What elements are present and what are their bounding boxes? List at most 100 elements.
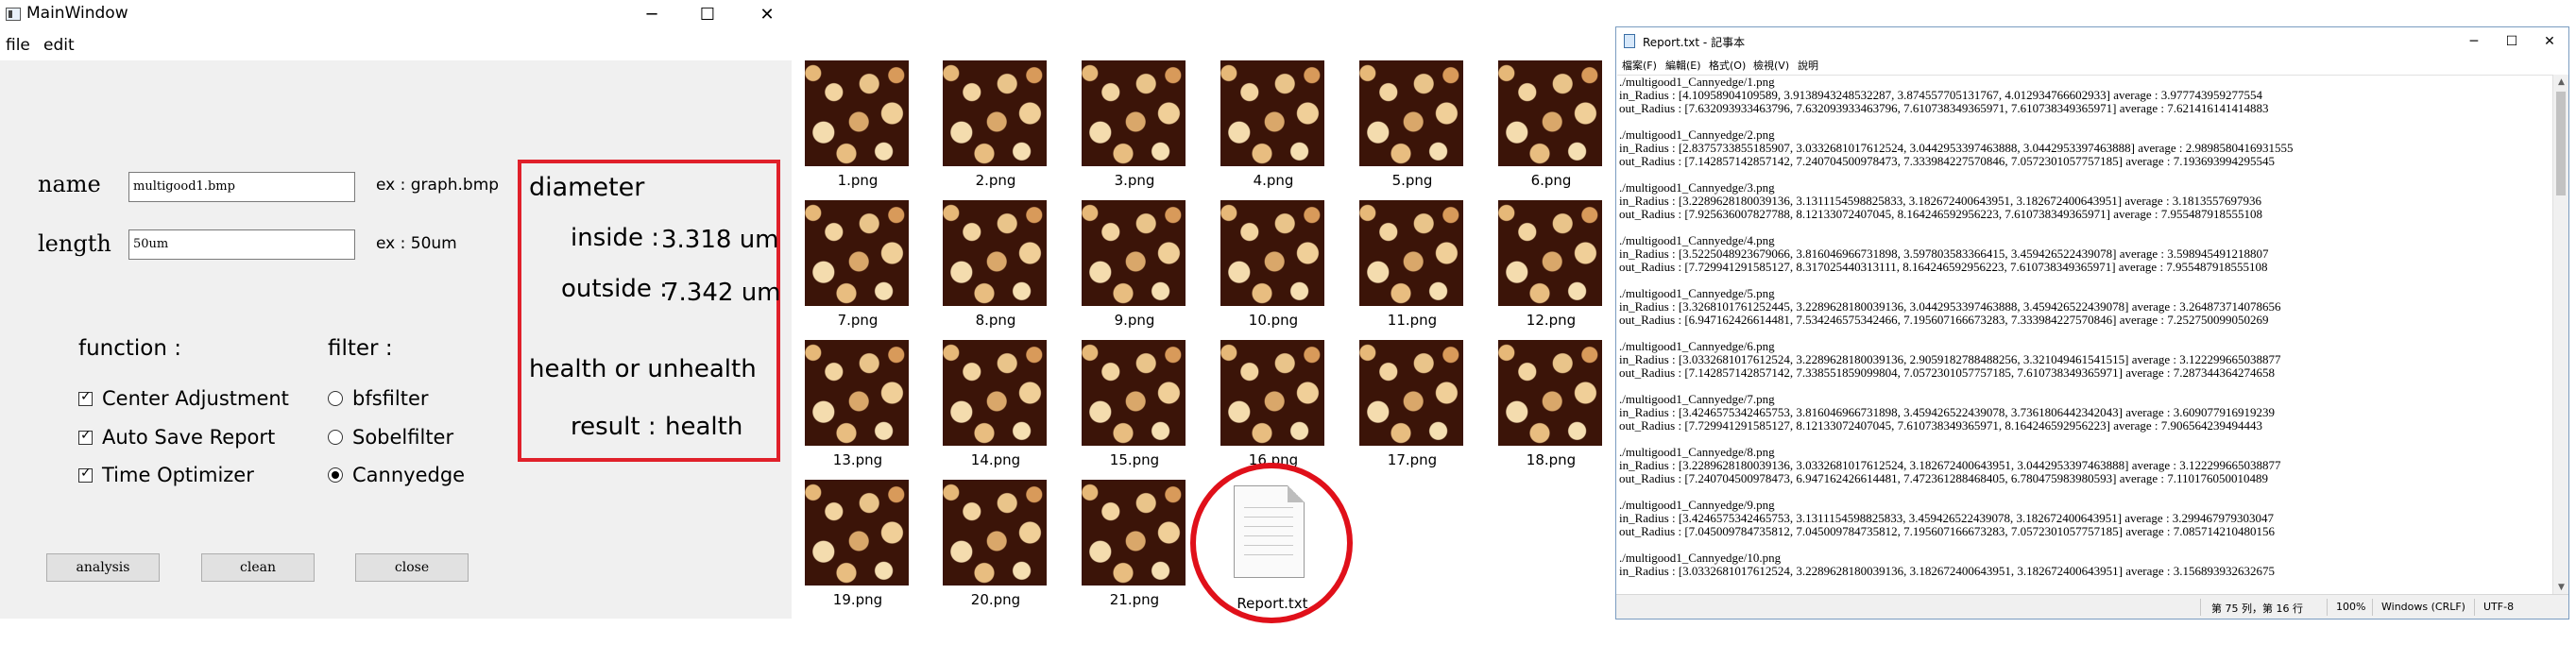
report-file[interactable]: Report.txt — [1187, 463, 1357, 623]
image-thumbnail — [943, 340, 1047, 446]
checkbox-icon[interactable] — [78, 389, 93, 406]
text-line — [1617, 221, 2552, 234]
image-thumbnail — [1082, 60, 1186, 166]
length-input[interactable]: 50um — [128, 229, 355, 260]
window-title: MainWindow — [26, 4, 128, 23]
text-line: in_Radius : [3.0332681017612524, 3.22896… — [1619, 564, 2276, 578]
scroll-thumb[interactable] — [2556, 92, 2566, 195]
vertical-scrollbar[interactable]: ▲ ▼ — [2552, 75, 2568, 596]
cursor-position: 第 75 列，第 16 行 — [2211, 603, 2303, 615]
text-line: ./multigood1_Cannyedge/9.png — [1619, 498, 1775, 512]
radio-label: bfsfilter — [352, 387, 429, 410]
file-name: 5.png — [1391, 172, 1433, 189]
text-line — [1617, 380, 2552, 393]
scroll-up-icon[interactable]: ▲ — [2553, 75, 2569, 91]
text-line: in_Radius : [3.2289628180039136, 3.03326… — [1619, 458, 2281, 472]
checkbox-icon[interactable] — [78, 466, 93, 483]
name-input[interactable]: multigood1.bmp — [128, 172, 355, 202]
name-label: name — [38, 171, 101, 197]
auto-save-report-checkbox[interactable]: Auto Save Report — [78, 426, 275, 449]
notepad-title-bar: Report.txt - 記事本 ─ ☐ ✕ — [1616, 27, 2568, 56]
close-window-button[interactable]: ✕ — [746, 2, 788, 28]
text-line — [1617, 485, 2552, 499]
menu-bar: file edit — [0, 30, 792, 60]
health-title: health or unhealth — [529, 355, 757, 383]
text-line — [1617, 168, 2552, 181]
file-name: 18.png — [1526, 451, 1577, 468]
image-thumbnail — [1498, 340, 1602, 446]
menu-file[interactable]: file — [6, 36, 30, 55]
text-line: out_Radius : [7.240704500978473, 6.94716… — [1619, 471, 2269, 485]
sobelfilter-radio[interactable]: Sobelfilter — [328, 426, 453, 449]
text-line — [1617, 274, 2552, 287]
image-thumbnail — [1220, 340, 1324, 446]
notepad-close-button[interactable]: ✕ — [2531, 30, 2568, 53]
bfsfilter-radio[interactable]: bfsfilter — [328, 387, 429, 410]
np-menu-format[interactable]: 格式(O) — [1709, 58, 1746, 73]
file-name: 10.png — [1248, 312, 1299, 329]
text-line: in_Radius : [2.8375733855185907, 3.03326… — [1619, 141, 2294, 155]
analysis-button[interactable]: analysis — [46, 553, 160, 582]
main-window: MainWindow ─ ☐ ✕ file edit name multigoo… — [0, 0, 792, 619]
file-name: 7.png — [837, 312, 879, 329]
text-line: in_Radius : [3.4246575342465753, 3.13111… — [1619, 511, 2275, 525]
image-thumbnail — [1359, 200, 1463, 306]
filter-title: filter : — [328, 336, 393, 361]
length-label: length — [38, 230, 111, 257]
image-thumbnail — [805, 340, 909, 446]
file-name: 2.png — [975, 172, 1016, 189]
text-line: ./multigood1_Cannyedge/5.png — [1619, 286, 1775, 300]
checkbox-label: Center Adjustment — [102, 387, 289, 410]
cannyedge-radio[interactable]: Cannyedge — [328, 464, 465, 486]
image-thumbnail — [1498, 60, 1602, 166]
file-name: 14.png — [970, 451, 1021, 468]
radio-icon[interactable] — [328, 391, 343, 406]
text-line: in_Radius : [3.2289628180039136, 3.13111… — [1619, 194, 2262, 208]
clean-button[interactable]: clean — [201, 553, 315, 582]
notepad-minimize-button[interactable]: ─ — [2455, 30, 2493, 53]
length-hint: ex : 50um — [376, 234, 457, 253]
file-name: 1.png — [837, 172, 879, 189]
maximize-button[interactable]: ☐ — [687, 2, 728, 28]
notepad-text-area[interactable]: ./multigood1_Cannyedge/1.png in_Radius : … — [1617, 75, 2552, 596]
notepad-status-bar: 第 75 列，第 16 行 100% Windows (CRLF) UTF-8 — [1616, 594, 2568, 619]
text-line: ./multigood1_Cannyedge/8.png — [1619, 445, 1775, 459]
menu-edit[interactable]: edit — [43, 36, 75, 55]
notepad-maximize-button[interactable]: ☐ — [2493, 30, 2531, 53]
report-file-name: Report.txt — [1237, 595, 1308, 612]
inside-label: inside : — [571, 224, 659, 252]
radio-label: Cannyedge — [352, 464, 466, 486]
image-thumbnail — [1082, 340, 1186, 446]
minimize-button[interactable]: ─ — [631, 2, 673, 28]
np-menu-help[interactable]: 說明 — [1798, 58, 1818, 73]
radio-icon[interactable] — [328, 430, 343, 445]
file-name: 13.png — [832, 451, 883, 468]
checkbox-icon[interactable] — [78, 428, 93, 445]
text-line: ./multigood1_Cannyedge/7.png — [1619, 392, 1775, 406]
text-line: out_Radius : [7.045009784735812, 7.04500… — [1619, 524, 2276, 538]
file-name: 9.png — [1114, 312, 1155, 329]
text-line: ./multigood1_Cannyedge/4.png — [1619, 233, 1775, 247]
radio-icon[interactable] — [328, 467, 343, 483]
text-line: in_Radius : [3.4246575342465753, 3.81604… — [1619, 405, 2276, 419]
notepad-icon — [1624, 34, 1635, 48]
radio-label: Sobelfilter — [352, 426, 454, 449]
file-name: 6.png — [1530, 172, 1572, 189]
notepad-menu-bar: 檔案(F) 編輯(E) 格式(O) 檢視(V) 說明 — [1616, 56, 2568, 75]
text-line: in_Radius : [3.3268101761252445, 3.22896… — [1619, 299, 2281, 314]
close-button[interactable]: close — [355, 553, 469, 582]
center-adjustment-checkbox[interactable]: Center Adjustment — [78, 387, 289, 410]
text-line: out_Radius : [7.729941291585127, 8.31702… — [1619, 260, 2268, 274]
result-label: result : — [571, 413, 657, 441]
encoding: UTF-8 — [2483, 601, 2515, 613]
time-optimizer-checkbox[interactable]: Time Optimizer — [78, 464, 254, 486]
np-menu-edit[interactable]: 編輯(E) — [1665, 58, 1701, 73]
app-icon — [6, 8, 21, 21]
diameter-title: diameter — [529, 173, 645, 202]
np-menu-view[interactable]: 檢視(V) — [1753, 58, 1789, 73]
name-hint: ex : graph.bmp — [376, 176, 500, 195]
text-line: ./multigood1_Cannyedge/3.png — [1619, 180, 1775, 195]
text-line: ./multigood1_Cannyedge/10.png — [1619, 551, 1782, 565]
image-thumbnail — [1082, 200, 1186, 306]
np-menu-file[interactable]: 檔案(F) — [1622, 58, 1657, 73]
